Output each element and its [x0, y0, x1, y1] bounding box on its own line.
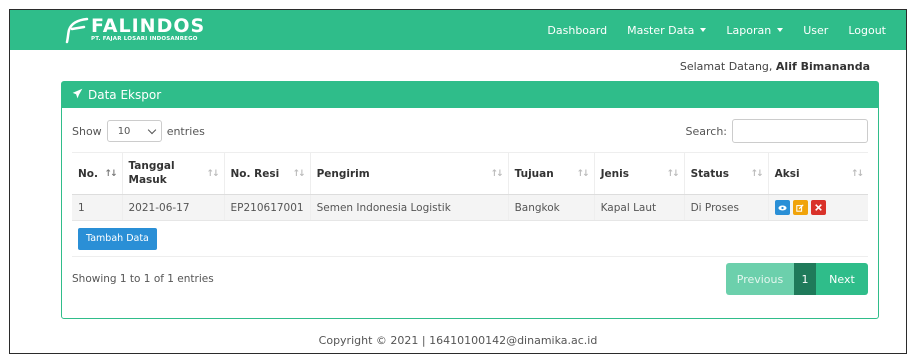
main-nav: Dashboard Master Data Laporan User Logou…	[547, 24, 886, 37]
sort-icon: ↑↓	[292, 168, 306, 179]
col-header-tujuan[interactable]: Tujuan ↑↓	[507, 152, 595, 195]
nav-master-data-label: Master Data	[627, 23, 695, 37]
nav-master-data[interactable]: Master Data	[627, 23, 707, 37]
brand-swoosh-icon	[65, 16, 89, 44]
chevron-down-icon	[147, 125, 156, 134]
edit-button[interactable]	[792, 200, 808, 215]
brand-company: PT. FAJAR LOSARI INDOSANREGO	[91, 36, 198, 43]
nav-laporan-label: Laporan	[726, 23, 772, 37]
entries-value: 10	[117, 125, 131, 137]
welcome-message: Selamat Datang, Alif Bimananda	[680, 60, 870, 73]
pagination-previous[interactable]: Previous	[726, 263, 794, 295]
table-header-row: No. ↑↓ Tanggal Masuk ↑↓ No. Resi ↑↓ Pengiri…	[72, 152, 868, 195]
delete-button[interactable]	[810, 200, 826, 215]
top-navbar: FALINDOS PT. FAJAR LOSARI INDOSANREGO Da…	[10, 10, 906, 50]
close-icon	[814, 204, 822, 211]
sort-icon: ↑↓	[750, 168, 764, 179]
add-row: Tambah Data	[72, 221, 868, 257]
brand-logo[interactable]: FALINDOS PT. FAJAR LOSARI INDOSANREGO	[65, 16, 205, 44]
welcome-prefix: Selamat Datang,	[679, 60, 776, 73]
col-header-tanggal[interactable]: Tanggal Masuk ↑↓	[121, 152, 224, 195]
col-header-aksi[interactable]: Aksi ↑↓	[767, 152, 868, 195]
ekspor-table: No. ↑↓ Tanggal Masuk ↑↓ No. Resi ↑↓ Pengiri…	[72, 152, 868, 221]
tambah-data-button[interactable]: Tambah Data	[78, 227, 157, 250]
plane-icon	[72, 88, 83, 102]
sort-icon: ↑↓	[666, 168, 680, 179]
sort-icon: ↑↓	[576, 168, 590, 179]
sort-icon: ↑↓	[850, 168, 864, 179]
welcome-user: Alif Bimananda	[775, 60, 870, 73]
pagination-page-1[interactable]: 1	[794, 263, 816, 295]
cell-status: Di Proses	[683, 194, 769, 221]
caret-down-icon	[777, 28, 784, 32]
table-footer: Showing 1 to 1 of 1 entries Previous 1 N…	[72, 263, 868, 295]
app-window: FALINDOS PT. FAJAR LOSARI INDOSANREGO Da…	[9, 9, 907, 354]
cell-tujuan: Bangkok	[507, 194, 595, 221]
nav-laporan[interactable]: Laporan	[726, 23, 784, 37]
page-footer: Copyright © 2021 | 16410100142@dinamika.…	[318, 334, 598, 347]
entries-select[interactable]: 10	[106, 120, 162, 142]
data-ekspor-panel: Data Ekspor Show 10 entries Search: No. …	[61, 81, 879, 319]
search-control: Search:	[685, 119, 868, 143]
panel-body: Show 10 entries Search: No. ↑↓ Tanggal M…	[62, 108, 878, 319]
col-header-resi[interactable]: No. Resi ↑↓	[223, 152, 311, 195]
sort-asc-icon: ↑↓	[104, 168, 117, 179]
view-button[interactable]	[774, 200, 790, 215]
col-header-no[interactable]: No. ↑↓	[72, 152, 122, 195]
col-header-jenis[interactable]: Jenis ↑↓	[593, 152, 685, 195]
nav-logout[interactable]: Logout	[848, 24, 886, 37]
entries-info: Showing 1 to 1 of 1 entries	[72, 273, 214, 285]
brand-name: FALINDOS	[91, 15, 206, 38]
cell-aksi	[767, 194, 868, 221]
cell-no: 1	[72, 194, 122, 221]
table-row: 1 2021-06-17 EP210617001 Semen Indonesia…	[72, 194, 868, 221]
caret-down-icon	[700, 28, 707, 32]
col-header-pengirim[interactable]: Pengirim ↑↓	[309, 152, 509, 195]
show-label: Show	[72, 124, 102, 138]
cell-jenis: Kapal Laut	[593, 194, 685, 221]
col-header-status[interactable]: Status ↑↓	[683, 152, 769, 195]
cell-pengirim: Semen Indonesia Logistik	[309, 194, 509, 221]
panel-header: Data Ekspor	[62, 82, 878, 108]
nav-user[interactable]: User	[803, 24, 828, 37]
search-input[interactable]	[732, 119, 868, 143]
cell-tanggal: 2021-06-17	[121, 194, 224, 221]
sort-icon: ↑↓	[490, 168, 504, 179]
eye-icon	[778, 204, 787, 211]
entries-control: Show 10 entries	[72, 120, 205, 142]
sort-icon: ↑↓	[206, 168, 219, 179]
edit-icon	[796, 203, 804, 212]
nav-dashboard[interactable]: Dashboard	[547, 24, 607, 37]
cell-resi: EP210617001	[223, 194, 311, 221]
search-label: Search:	[685, 124, 728, 138]
entries-label: entries	[166, 124, 205, 138]
panel-title: Data Ekspor	[88, 88, 162, 102]
pagination-next[interactable]: Next	[816, 263, 868, 295]
pagination: Previous 1 Next	[726, 263, 868, 295]
